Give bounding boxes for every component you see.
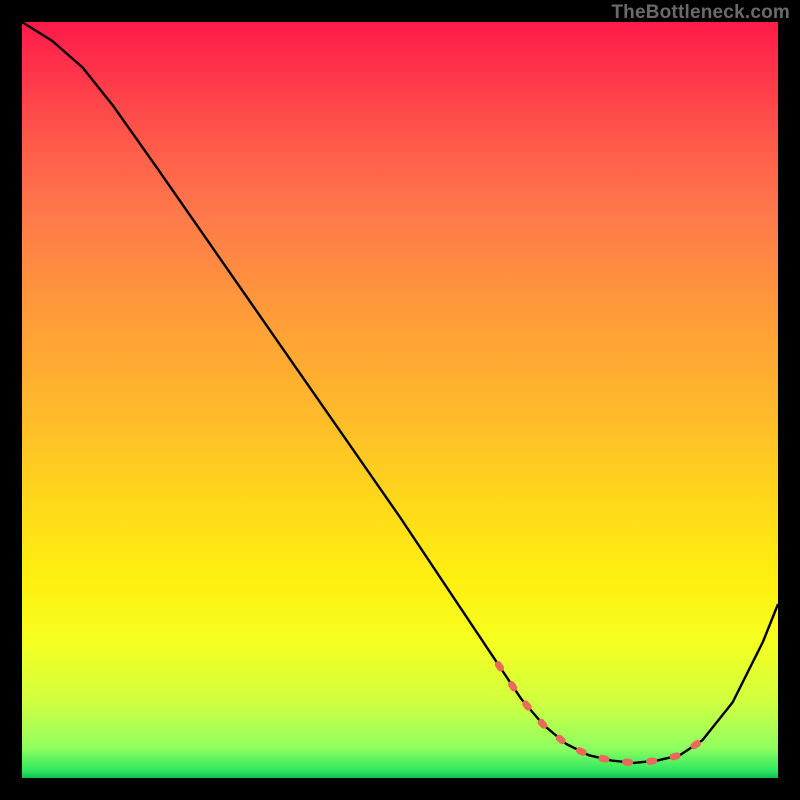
watermark-text: TheBottleneck.com [611,2,790,24]
plot-area [22,22,778,778]
curve-layer [22,22,778,778]
chart-container: TheBottleneck.com [0,0,800,800]
valley-marker-dashed [498,665,702,763]
bottleneck-curve-line [22,22,778,763]
